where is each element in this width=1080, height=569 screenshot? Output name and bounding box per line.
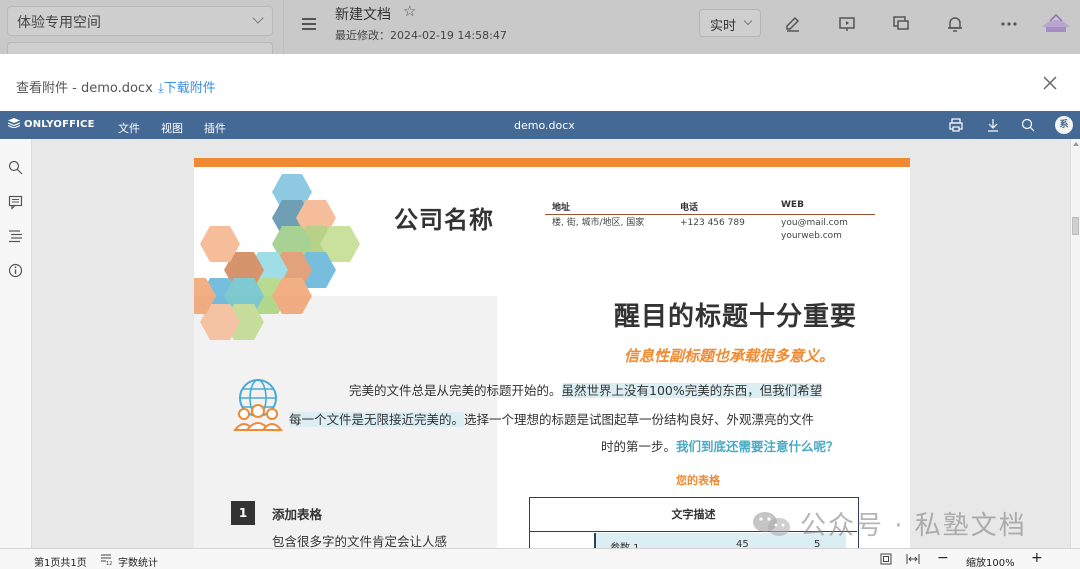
email-value: you@mail.com — [781, 218, 848, 228]
menu-file[interactable]: 文件 — [118, 120, 140, 136]
doc-title: 新建文档 — [335, 7, 391, 23]
paragraph-highlight: 每一个文件是无限接近完美的。 — [289, 412, 465, 427]
onlyoffice-logo-icon — [8, 118, 20, 128]
present-icon[interactable] — [838, 15, 856, 33]
table-cell: 参数 1 — [610, 539, 640, 548]
paragraph-highlight: 虽然世界上没有100%完美的东西，但我们希望 — [561, 383, 823, 398]
edit-icon[interactable] — [784, 15, 802, 33]
navigation-icon[interactable] — [8, 228, 23, 243]
zoom-in-button[interactable]: + — [1031, 550, 1043, 566]
address-label: 地址 — [552, 203, 571, 213]
avatar[interactable] — [1040, 9, 1072, 37]
watermark-text: 公众号 · 私塾文档 — [800, 511, 1027, 541]
app-top-bar: 体验专用空间 新建文档 ☆ 最近修改：2024-02-19 14:58:47 实… — [0, 0, 1080, 58]
zoom-level: 缩放100% — [966, 558, 1015, 569]
address-value: 楼, 街, 城市/地区, 国家 — [552, 218, 645, 228]
mode-select[interactable]: 实时 — [699, 9, 761, 37]
editor-filename: demo.docx — [514, 119, 575, 132]
chevron-down-icon — [252, 12, 264, 24]
bell-icon[interactable] — [946, 15, 964, 33]
wechat-icon — [753, 512, 790, 536]
more-icon[interactable] — [1000, 15, 1018, 33]
phone-value: +123 456 789 — [680, 218, 745, 228]
paragraph-text: 完美的文件总是从完美的标题开始的。 — [349, 383, 562, 398]
section-text: 包含很多字的文件肯定会让人感 — [272, 534, 448, 548]
vertical-scrollbar[interactable] — [1070, 139, 1080, 548]
comment-icon[interactable] — [892, 15, 910, 33]
word-count-icon[interactable]: 123 — [100, 553, 112, 565]
document-subheadline: 信息性副标题也承载很多意义。 — [624, 347, 835, 365]
document-page[interactable]: 公司名称 地址 电话 WEB 楼, 街, 城市/地区, 国家 +123 456 … — [194, 158, 910, 548]
contact-web-block: you@mail.com yourweb.com — [781, 217, 848, 243]
fit-width-icon[interactable] — [906, 553, 920, 565]
print-icon[interactable] — [948, 117, 964, 133]
left-panel — [0, 139, 32, 548]
star-icon[interactable]: ☆ — [403, 2, 416, 20]
menu-icon[interactable] — [302, 18, 316, 30]
section-number: 1 — [231, 501, 255, 525]
download-label: 下载附件 — [163, 81, 216, 96]
paragraph-line-1: 完美的文件总是从完美的标题开始的。虽然世界上没有100%完美的东西，但我们希望 — [349, 380, 823, 399]
status-bar: 第1页共1页 123 字数统计 − 缩放100% + — [0, 548, 1080, 569]
scroll-up-arrow[interactable] — [1073, 142, 1079, 146]
zoom-out-button[interactable]: − — [937, 550, 949, 566]
search-icon[interactable] — [8, 160, 23, 175]
phone-label: 电话 — [680, 203, 699, 213]
onlyoffice-logo-text: ONLYOFFICE — [24, 119, 95, 130]
paragraph-text: 选择一个理想的标题是试图起草一份结构良好、外观漂亮的文件 — [464, 412, 815, 427]
last-modified: 最近修改：2024-02-19 14:58:47 — [335, 29, 507, 42]
fit-page-icon[interactable] — [880, 553, 892, 565]
paragraph-line-3: 时的第一步。我们到底还需要注意什么呢？ — [601, 436, 839, 455]
divider — [283, 0, 284, 54]
globe-people-icon — [232, 379, 284, 431]
section-title: 添加表格 — [272, 507, 323, 522]
paragraph-line-2: 每一个文件是无限接近完美的。选择一个理想的标题是试图起草一份结构良好、外观漂亮的… — [289, 409, 814, 428]
menu-view[interactable]: 视图 — [161, 120, 183, 136]
word-count-button[interactable]: 字数统计 — [118, 554, 158, 569]
paragraph-question: 我们到底还需要注意什么呢？ — [676, 439, 839, 454]
contact-divider — [545, 214, 875, 215]
info-icon[interactable] — [8, 263, 23, 278]
close-icon[interactable] — [1041, 74, 1059, 92]
onlyoffice-logo: ONLYOFFICE — [8, 118, 95, 130]
search-icon[interactable] — [1020, 117, 1036, 133]
space-select[interactable]: 体验专用空间 — [7, 6, 273, 36]
table-cell: 45 — [736, 539, 749, 548]
space-select-value: 体验专用空间 — [17, 15, 101, 31]
page-info: 第1页共1页 — [34, 558, 87, 569]
hexagon-graphic — [194, 174, 360, 340]
mode-select-value: 实时 — [710, 19, 737, 34]
download-attachment-link[interactable]: ⤓下载附件 — [158, 77, 216, 96]
table-title: 您的表格 — [676, 474, 720, 487]
svg-text:123: 123 — [106, 561, 112, 565]
paragraph-text: 时的第一步。 — [601, 439, 677, 454]
download-icon[interactable] — [985, 117, 1001, 133]
web-label: WEB — [781, 200, 804, 210]
user-avatar[interactable]: 系 — [1055, 116, 1073, 134]
company-name: 公司名称 — [394, 206, 494, 234]
editor-header-bar: ONLYOFFICE 文件 视图 插件 demo.docx 系 — [0, 111, 1080, 139]
modal-title: 查看附件 - demo.docx — [16, 81, 153, 96]
document-headline: 醒目的标题十分重要 — [614, 302, 858, 332]
web-value: yourweb.com — [781, 231, 842, 241]
document-canvas[interactable]: 公司名称 地址 电话 WEB 楼, 街, 城市/地区, 国家 +123 456 … — [32, 139, 1070, 548]
chevron-down-icon — [743, 16, 753, 26]
comments-icon[interactable] — [8, 195, 23, 210]
menu-plugins[interactable]: 插件 — [204, 120, 226, 136]
attachment-modal-header: 查看附件 - demo.docx ⤓下载附件 — [0, 54, 1080, 111]
scroll-thumb[interactable] — [1072, 217, 1079, 235]
